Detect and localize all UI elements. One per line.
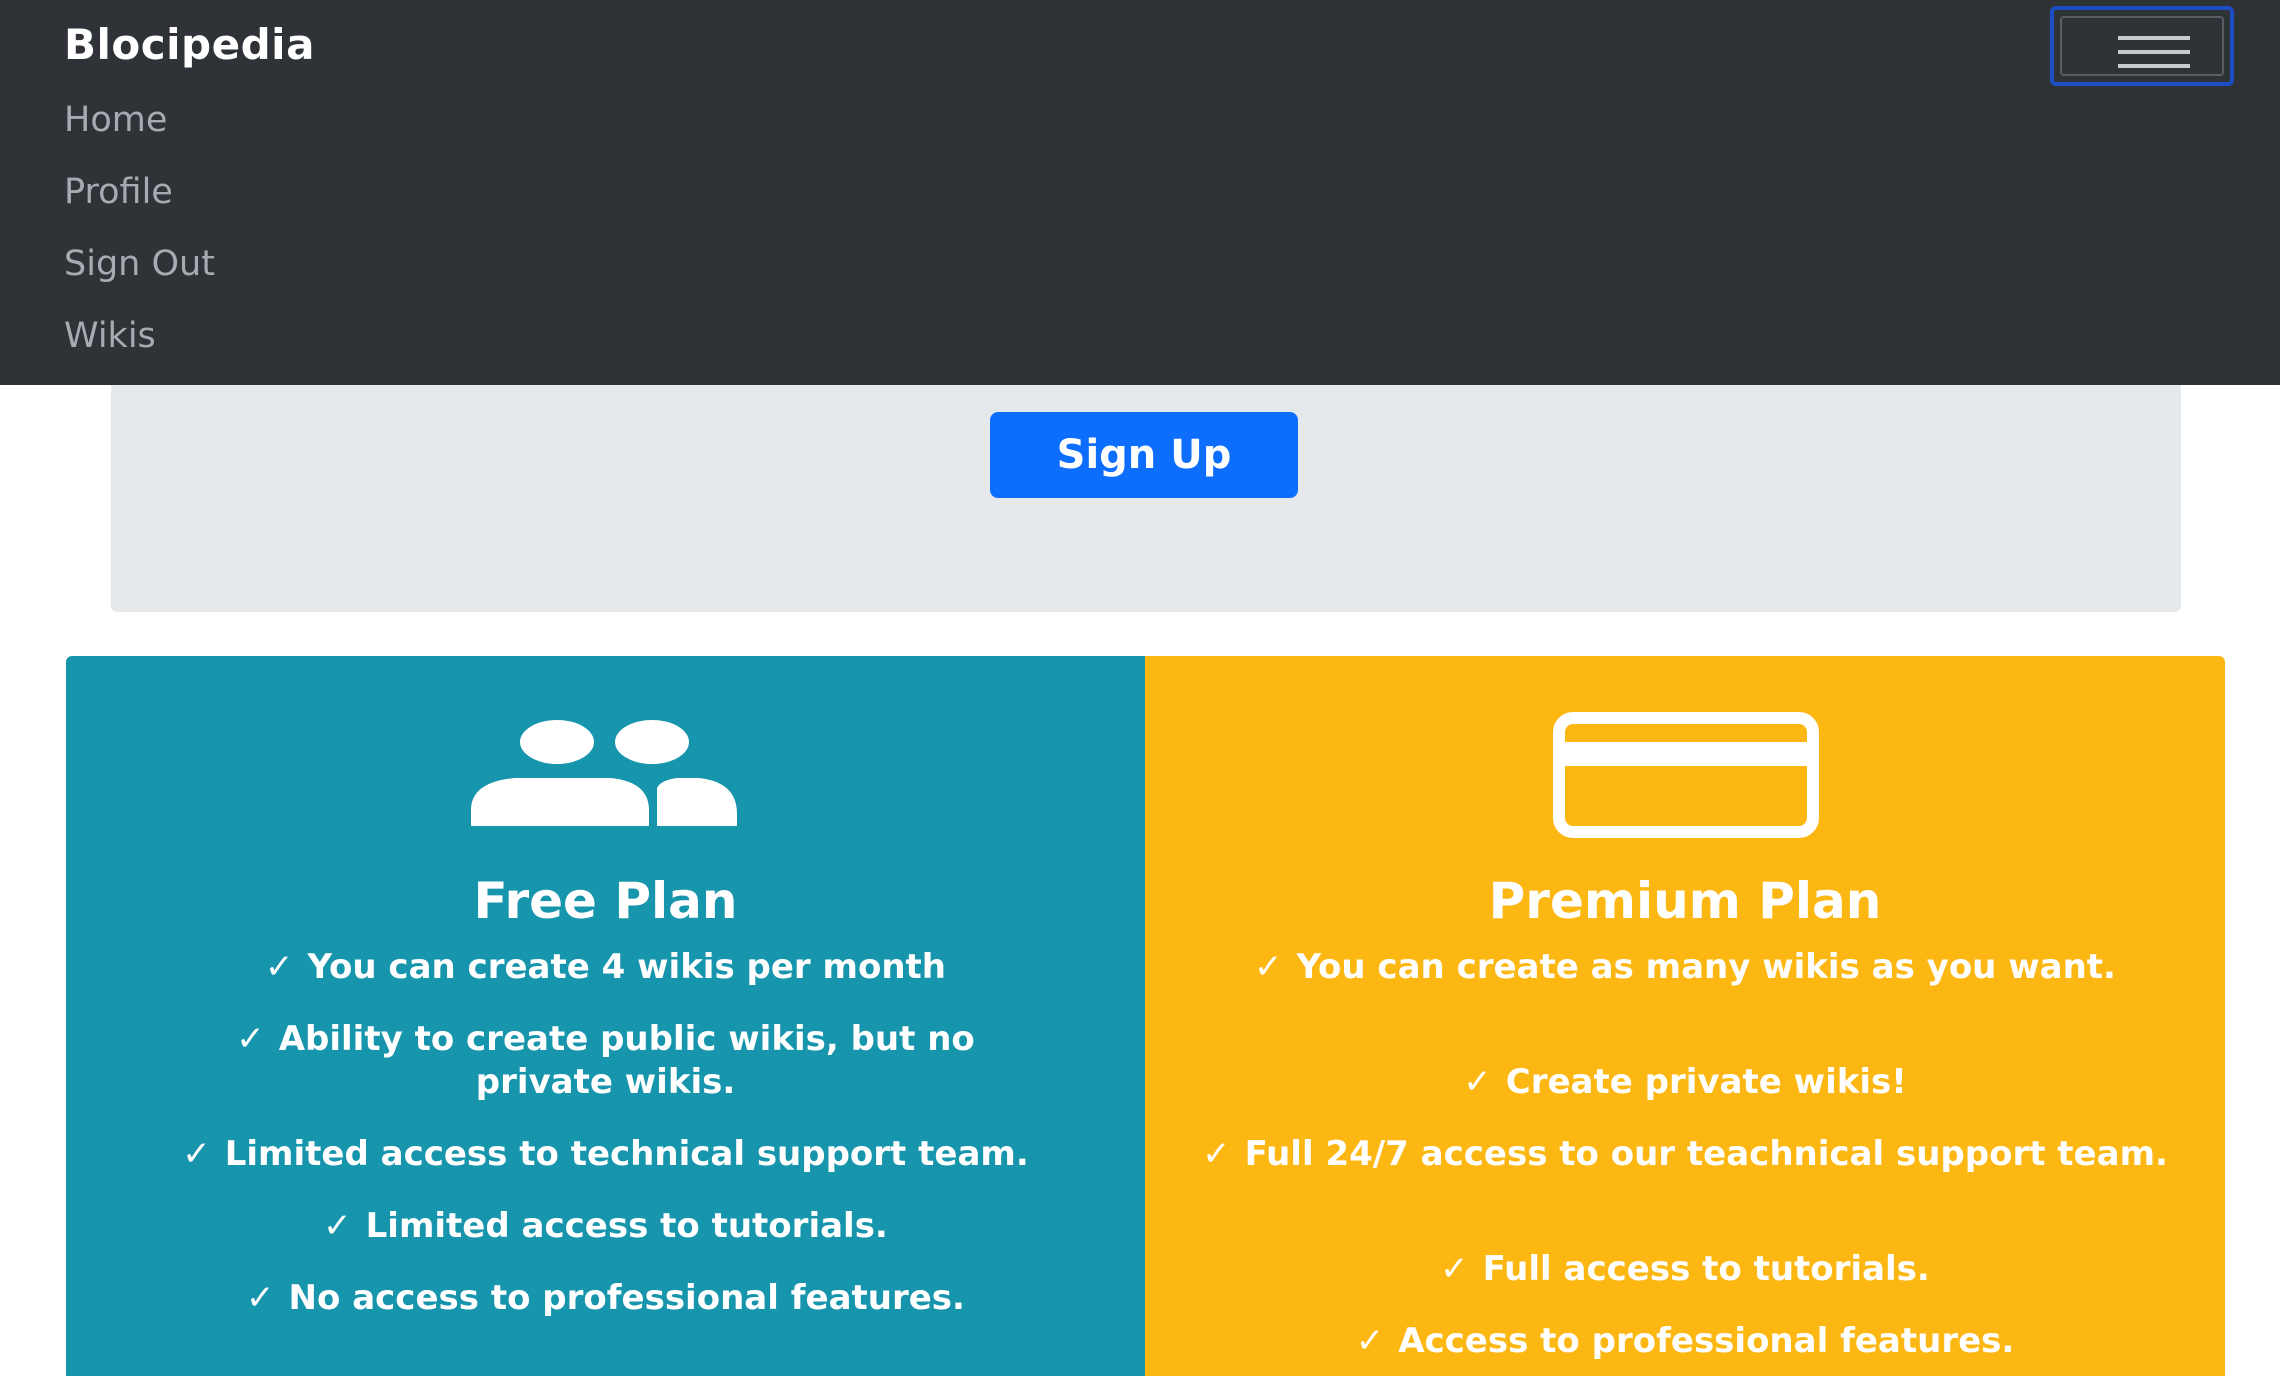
premium-plan-feature: ✓ Full access to tutorials. bbox=[1440, 1249, 1930, 1289]
free-plan-feature: ✓ No access to professional features. bbox=[246, 1278, 965, 1318]
check-icon: ✓ bbox=[182, 1134, 211, 1174]
check-icon: ✓ bbox=[1202, 1134, 1231, 1174]
free-plan-feature: ✓ Ability to create public wikis, but no … bbox=[236, 1019, 975, 1102]
free-plan-feature: ✓ You can create 4 wikis per month bbox=[265, 947, 946, 987]
premium-plan-feature: ✓ You can create as many wikis as you wan… bbox=[1254, 947, 2116, 987]
check-icon: ✓ bbox=[1355, 1321, 1385, 1361]
hamburger-menu-icon bbox=[2060, 16, 2224, 76]
free-plan-title: Free Plan bbox=[473, 872, 738, 930]
check-icon: ✓ bbox=[1463, 1062, 1492, 1102]
check-icon: ✓ bbox=[265, 947, 294, 987]
check-icon: ✓ bbox=[246, 1278, 275, 1318]
premium-plan-title: Premium Plan bbox=[1488, 872, 1882, 930]
users-icon bbox=[471, 720, 737, 826]
navbar-toggler-button[interactable] bbox=[2050, 6, 2234, 86]
free-plan-feature: ✓ Limited access to technical support tea… bbox=[182, 1134, 1029, 1174]
check-icon: ✓ bbox=[236, 1019, 265, 1059]
check-icon: ✓ bbox=[323, 1206, 352, 1246]
credit-card-icon bbox=[1553, 712, 1819, 838]
sign-up-button[interactable]: Sign Up bbox=[990, 412, 1298, 498]
free-plan-feature: ✓ Limited access to tutorials. bbox=[323, 1206, 888, 1246]
premium-plan-feature: ✓ Access to professional features. bbox=[1355, 1321, 2015, 1361]
premium-plan-card: Premium Plan ✓ You can create as many wik… bbox=[1145, 656, 2225, 1376]
check-icon: ✓ bbox=[1254, 947, 1283, 987]
premium-plan-feature: ✓ Create private wikis! bbox=[1463, 1062, 1907, 1102]
nav-link-wikis[interactable]: Wikis bbox=[64, 316, 156, 356]
brand-link[interactable]: Blocipedia bbox=[64, 20, 315, 69]
check-icon: ✓ bbox=[1440, 1249, 1469, 1289]
nav-link-profile[interactable]: Profile bbox=[64, 172, 173, 212]
nav-link-sign-out[interactable]: Sign Out bbox=[64, 244, 215, 284]
nav-link-home[interactable]: Home bbox=[64, 100, 167, 140]
free-plan-card: Free Plan ✓ You can create 4 wikis per mo… bbox=[66, 656, 1145, 1376]
navbar: Blocipedia Home Profile Sign Out Wikis bbox=[0, 0, 2280, 385]
premium-plan-feature: ✓ Full 24/7 access to our teachnical supp… bbox=[1202, 1134, 2168, 1174]
